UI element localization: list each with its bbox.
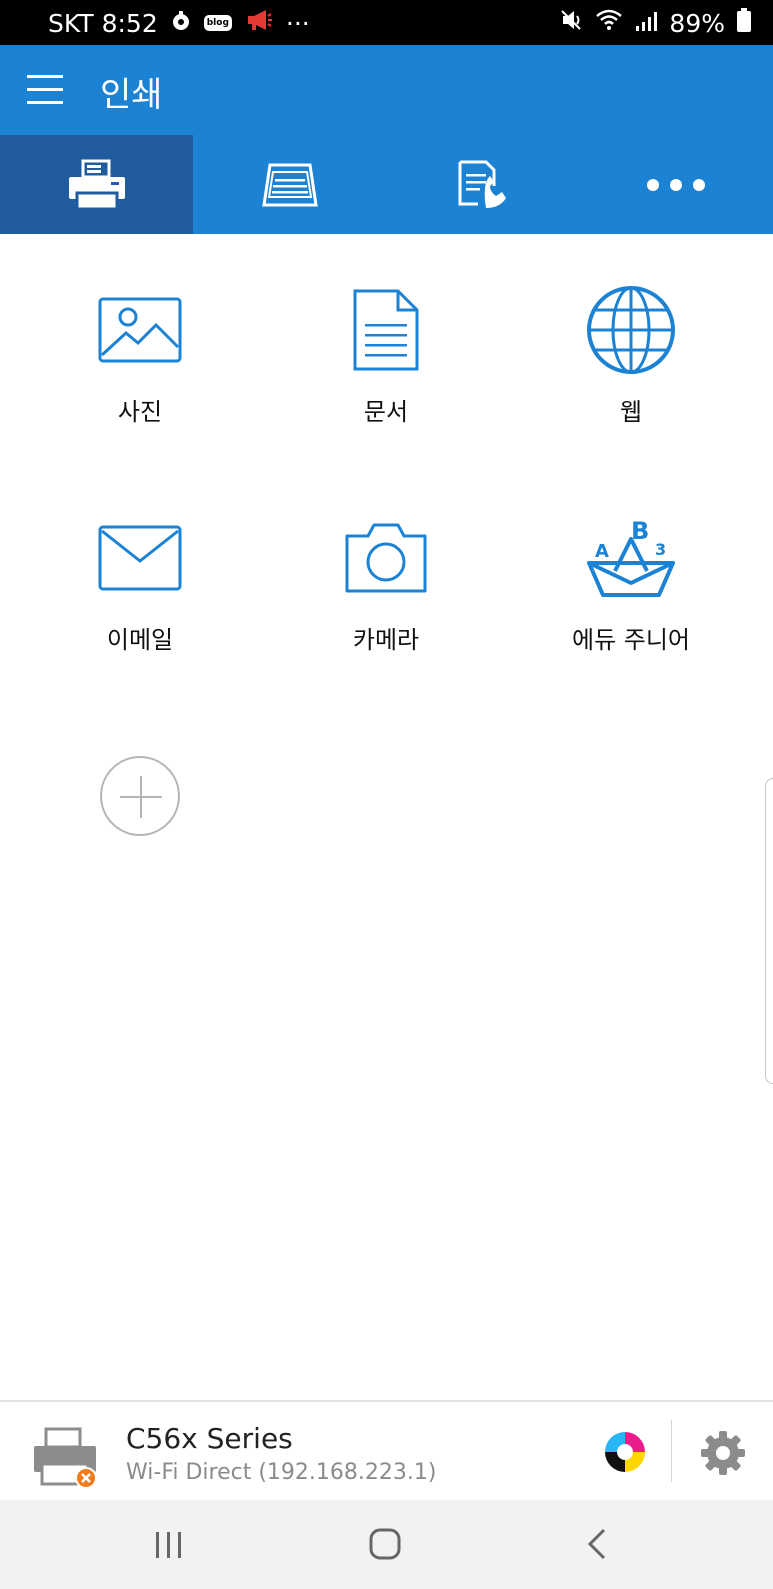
divider — [671, 1420, 672, 1482]
grid-item-photo[interactable]: 사진 — [20, 280, 260, 460]
page-title: 인쇄 — [100, 75, 163, 115]
blog-badge-label: blog — [206, 18, 229, 28]
signal-icon — [635, 9, 658, 38]
grid-item-label: 웹 — [619, 398, 643, 426]
settings-gear-icon[interactable] — [700, 1430, 746, 1476]
grid-item-label: 문서 — [363, 398, 409, 426]
tab-fax[interactable] — [386, 135, 579, 234]
battery-percent: 89% — [669, 8, 725, 38]
menu-icon[interactable] — [27, 75, 63, 105]
scanner-icon — [261, 163, 318, 206]
email-icon — [90, 508, 190, 608]
camera-icon — [336, 508, 436, 608]
clock: 8:52 — [101, 8, 158, 38]
edu-letter-a: A — [595, 541, 609, 562]
document-icon — [336, 280, 436, 380]
back-icon[interactable] — [586, 1528, 608, 1560]
wifi-icon — [595, 8, 623, 38]
printer-connection: Wi-Fi Direct (192.168.223.1) — [126, 1460, 437, 1485]
edge-panel-handle[interactable] — [765, 778, 773, 1084]
printer-icon — [68, 159, 125, 210]
grid-item-label: 에듀 주니어 — [571, 626, 691, 654]
megaphone-icon — [246, 8, 272, 38]
grid-item-label: 사진 — [117, 398, 163, 426]
fax-icon — [458, 160, 506, 208]
battery-icon — [737, 8, 751, 38]
more-notifications-icon: ··· — [285, 8, 310, 38]
tab-scan[interactable] — [193, 135, 386, 234]
blog-icon: blog — [203, 15, 232, 31]
edu-junior-icon: A B 3 — [581, 508, 681, 608]
grid-item-web[interactable]: 웹 — [511, 280, 751, 460]
edu-letter-3: 3 — [655, 540, 666, 559]
carrier-label: SKT — [48, 8, 94, 38]
more-icon — [646, 178, 705, 191]
grid-item-camera[interactable]: 카메라 — [266, 508, 506, 688]
recent-apps-icon[interactable] — [154, 1530, 184, 1560]
status-bar: SKT 8:52 blog ··· 89% — [0, 0, 773, 45]
edu-letter-b: B — [631, 517, 649, 545]
tab-print[interactable] — [0, 135, 193, 234]
ink-level-icon[interactable] — [603, 1430, 647, 1474]
add-shortcut-button[interactable] — [100, 756, 180, 836]
printer-status-bar[interactable]: C56x Series Wi-Fi Direct (192.168.223.1) — [0, 1400, 773, 1502]
grid-item-document[interactable]: 문서 — [266, 280, 506, 460]
grid-item-edu-junior[interactable]: A B 3 에듀 주니어 — [511, 508, 751, 688]
grid-item-label: 카메라 — [352, 626, 420, 654]
app-bar: 인쇄 — [0, 45, 773, 135]
mute-icon — [559, 8, 583, 38]
tab-bar — [0, 135, 773, 234]
home-icon[interactable] — [369, 1528, 401, 1560]
globe-icon — [581, 280, 681, 380]
location-icon — [172, 9, 190, 38]
grid-item-label: 이메일 — [106, 626, 174, 654]
printer-name: C56x Series — [126, 1422, 293, 1455]
printer-status-icon — [32, 1426, 104, 1490]
tab-more[interactable] — [579, 135, 772, 234]
grid-item-email[interactable]: 이메일 — [20, 508, 260, 688]
photo-icon — [90, 280, 190, 380]
system-navigation-bar — [0, 1500, 773, 1589]
